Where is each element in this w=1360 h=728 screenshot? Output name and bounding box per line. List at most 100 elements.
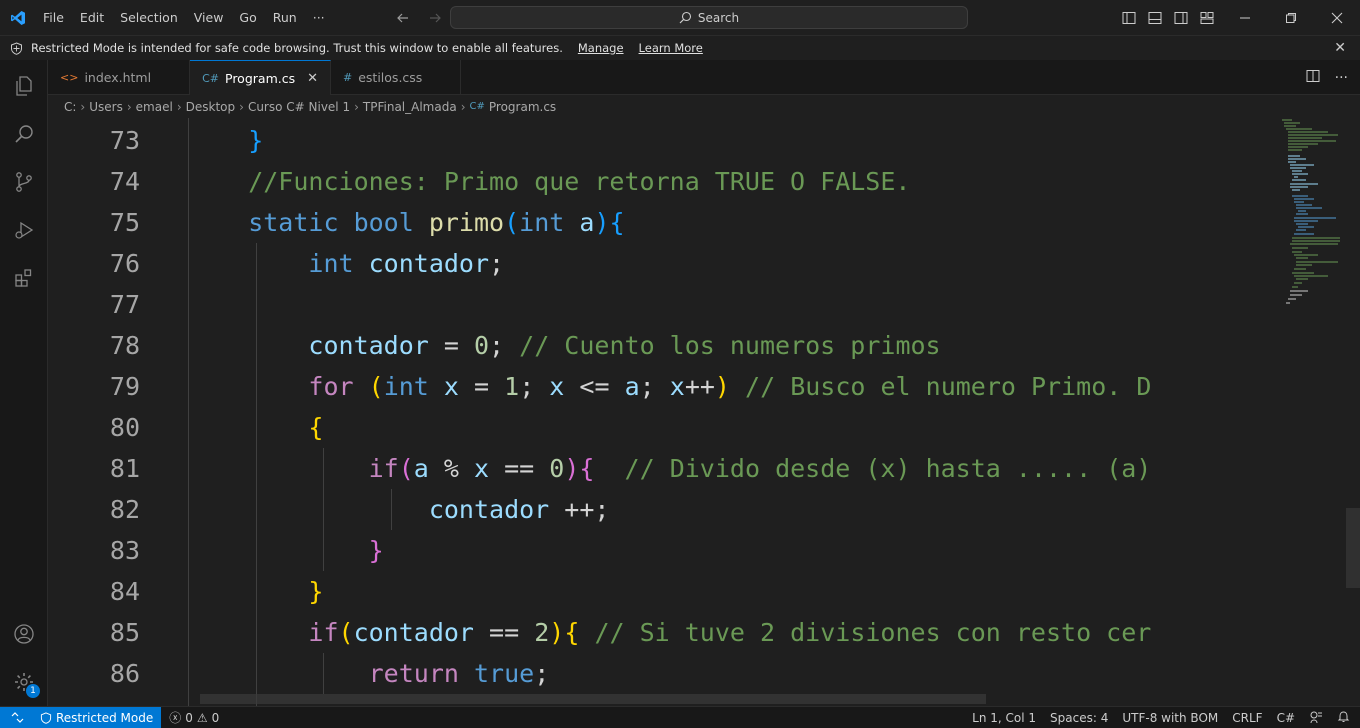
menu-run[interactable]: Run	[265, 0, 305, 35]
tab-estilos-css[interactable]: # estilos.css	[331, 60, 462, 95]
line-number: 77	[109, 290, 140, 319]
navigation-arrows	[392, 0, 446, 35]
source-control-icon[interactable]	[0, 158, 48, 206]
code-line: if(a % x == 0){ // Divido desde (x) hast…	[188, 454, 1152, 483]
command-center-search[interactable]: Search	[450, 6, 968, 29]
code-line: for (int x = 1; x <= a; x++) // Busco el…	[188, 372, 1152, 401]
status-bar-right: Ln 1, Col 1 Spaces: 4 UTF-8 with BOM CRL…	[972, 707, 1350, 728]
editor-actions: ···	[1305, 60, 1348, 95]
code-content: } //Funciones: Primo que retorna TRUE O …	[188, 118, 1288, 706]
line-number-gutter: 73 74 75 76 77 78 79 80 81 82 83 84 85 8…	[48, 118, 148, 706]
code-line: }	[188, 577, 324, 606]
line-number: 76	[109, 249, 140, 278]
menu-view[interactable]: View	[186, 0, 232, 35]
tab-program-cs[interactable]: C# Program.cs ✕	[190, 60, 332, 96]
line-number: 78	[109, 331, 140, 360]
accounts-icon[interactable]	[0, 610, 48, 658]
tab-label: estilos.css	[358, 70, 423, 85]
breadcrumb-file[interactable]: C# Program.cs	[470, 100, 557, 114]
code-line: if(contador == 2){ // Si tuve 2 division…	[188, 618, 1152, 647]
warning-count: 0	[211, 710, 220, 725]
toggle-panel-icon[interactable]	[1144, 7, 1166, 29]
breadcrumb-file-label: Program.cs	[488, 99, 557, 114]
breadcrumb-item[interactable]: emael	[136, 100, 173, 114]
chevron-right-icon: ›	[460, 99, 466, 114]
status-bar: Restricted Mode ⓧ 0 ⚠ 0 Ln 1, Col 1 Spac…	[0, 706, 1360, 728]
indentation[interactable]: Spaces: 4	[1050, 711, 1108, 725]
restricted-mode-status[interactable]: Restricted Mode	[34, 706, 162, 728]
manage-link[interactable]: Manage	[578, 41, 624, 55]
menu-edit[interactable]: Edit	[72, 0, 112, 35]
tab-index-html[interactable]: <> index.html	[48, 60, 191, 95]
toggle-secondary-sidebar-icon[interactable]	[1170, 7, 1192, 29]
minimize-icon[interactable]	[1222, 0, 1268, 35]
forward-arrow-icon[interactable]	[424, 7, 446, 29]
menu-selection[interactable]: Selection	[112, 0, 186, 35]
restore-icon[interactable]	[1268, 0, 1314, 35]
error-icon: ⓧ	[169, 711, 182, 725]
explorer-icon[interactable]	[0, 62, 48, 110]
remote-indicator-icon[interactable]	[0, 706, 34, 728]
notification-badge: 1	[26, 684, 40, 698]
notifications-bell-icon[interactable]	[1337, 710, 1350, 726]
warning-icon: ⚠	[196, 710, 208, 725]
problems-status[interactable]: ⓧ 0 ⚠ 0	[161, 709, 227, 726]
line-number: 80	[109, 413, 140, 442]
chevron-right-icon: ›	[176, 99, 182, 114]
code-line: {	[188, 413, 324, 442]
end-of-line[interactable]: CRLF	[1232, 711, 1262, 725]
breadcrumb-item[interactable]: C:	[64, 100, 76, 114]
code-line: //Funciones: Primo que retorna TRUE O FA…	[188, 167, 911, 196]
chevron-right-icon: ›	[239, 99, 244, 114]
breadcrumb-item[interactable]: Curso C# Nivel 1	[248, 100, 350, 114]
line-number: 81	[109, 454, 140, 483]
code-line: }	[188, 126, 264, 155]
more-actions-icon[interactable]: ···	[1335, 70, 1348, 86]
close-window-icon[interactable]	[1314, 0, 1360, 35]
back-arrow-icon[interactable]	[392, 7, 414, 29]
breadcrumb-item[interactable]: TPFinal_Almada	[363, 100, 457, 114]
csharp-icon: C#	[469, 101, 485, 112]
customize-layout-icon[interactable]	[1196, 7, 1218, 29]
horizontal-scrollbar[interactable]	[200, 694, 986, 704]
chevron-right-icon: ›	[354, 99, 359, 114]
search-icon	[679, 11, 691, 24]
split-editor-icon[interactable]	[1305, 68, 1321, 87]
html-icon: <>	[60, 71, 79, 84]
search-icon[interactable]	[0, 110, 48, 158]
file-encoding[interactable]: UTF-8 with BOM	[1122, 711, 1218, 725]
vertical-scrollbar[interactable]	[1346, 508, 1360, 588]
extensions-icon[interactable]	[0, 254, 48, 302]
language-mode[interactable]: C#	[1277, 711, 1295, 725]
menu-more[interactable]: ···	[305, 0, 333, 35]
chevron-right-icon: ›	[80, 99, 86, 114]
breadcrumb-item[interactable]: Desktop	[186, 100, 236, 114]
chevron-right-icon: ›	[126, 99, 132, 114]
learn-more-link[interactable]: Learn More	[639, 41, 703, 55]
menu-file[interactable]: File	[35, 0, 72, 35]
line-number: 74	[109, 167, 140, 196]
menu-go[interactable]: Go	[231, 0, 264, 35]
code-line: }	[188, 536, 384, 565]
css-icon: #	[343, 71, 353, 84]
toggle-primary-sidebar-icon[interactable]	[1118, 7, 1140, 29]
feedback-icon[interactable]	[1309, 710, 1323, 727]
activity-bar: 1	[0, 60, 48, 706]
manage-gear-icon[interactable]: 1	[0, 658, 48, 706]
run-debug-icon[interactable]	[0, 206, 48, 254]
close-icon[interactable]: ✕	[1334, 40, 1346, 56]
line-number: 82	[109, 495, 140, 524]
shield-icon	[40, 711, 52, 724]
cursor-position[interactable]: Ln 1, Col 1	[972, 711, 1036, 725]
menu-bar: File Edit Selection View Go Run ···	[35, 0, 333, 35]
breadcrumb: C: › Users › emael › Desktop › Curso C# Nive…	[48, 95, 1360, 118]
error-count: 0	[185, 710, 193, 725]
minimap[interactable]	[1278, 118, 1348, 318]
close-tab-icon[interactable]: ✕	[307, 71, 318, 86]
vscode-logo-icon	[0, 0, 35, 35]
line-number: 73	[109, 126, 140, 155]
breadcrumb-item[interactable]: Users	[89, 100, 123, 114]
search-placeholder: Search	[697, 10, 740, 25]
code-editor[interactable]: 73 74 75 76 77 78 79 80 81 82 83 84 85 8…	[48, 118, 1360, 706]
